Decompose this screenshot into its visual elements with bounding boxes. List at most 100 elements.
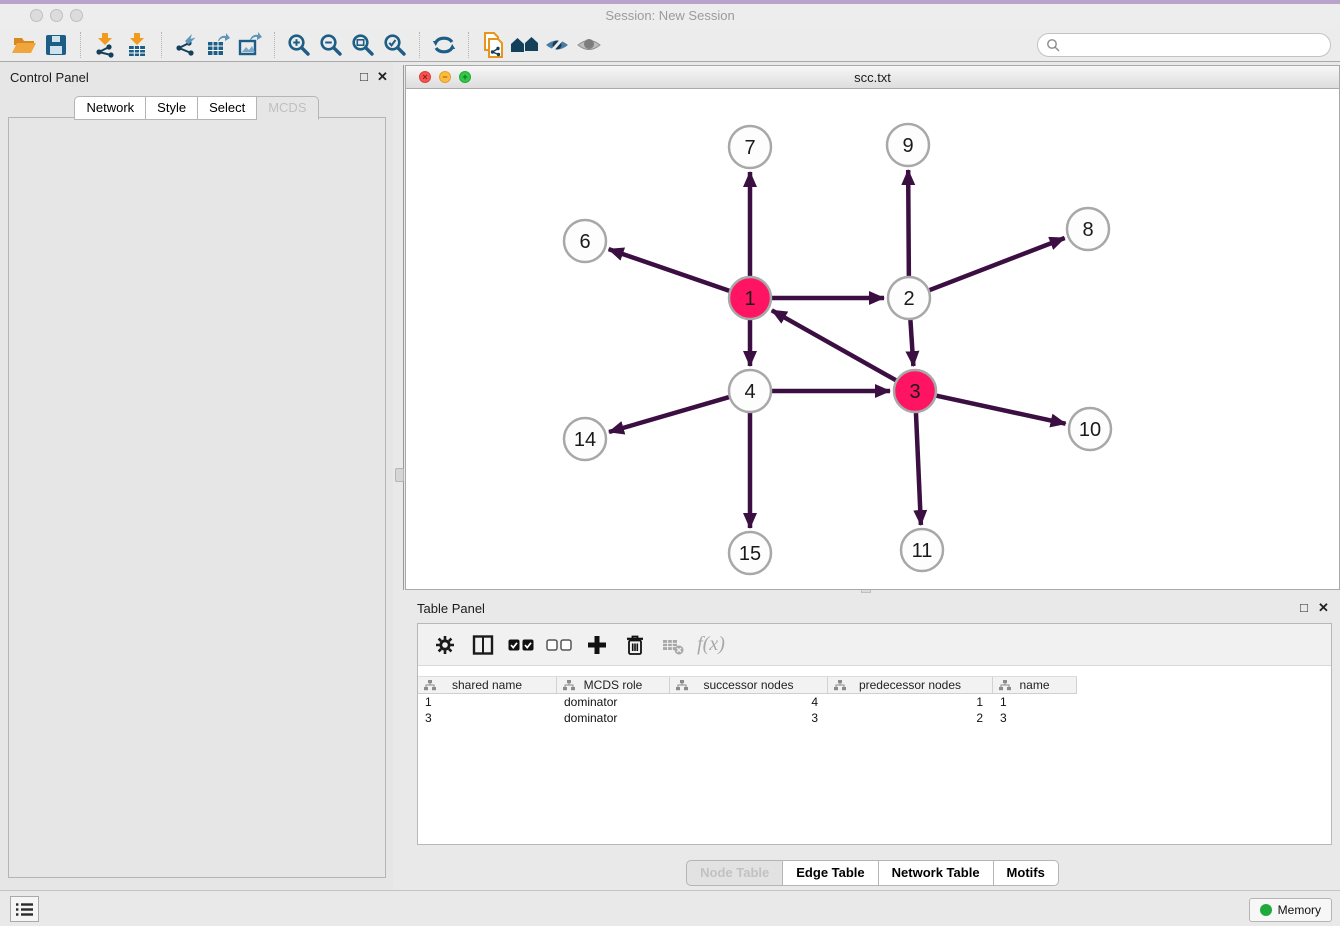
show-columns-button[interactable]	[464, 627, 502, 663]
table-cell[interactable]: 1	[993, 695, 1077, 711]
table-options-button[interactable]	[426, 627, 464, 663]
hierarchy-icon	[676, 680, 688, 691]
network-window-titlebar[interactable]: × − + scc.txt	[406, 66, 1339, 89]
graph-node-label: 1	[744, 288, 755, 310]
export-network-button[interactable]	[170, 30, 202, 60]
network-canvas[interactable]: 7968124314101511	[406, 89, 1339, 589]
column-header-MCDS-role[interactable]: MCDS role	[557, 677, 670, 693]
import-table-button[interactable]	[121, 30, 153, 60]
export-image-button[interactable]	[234, 30, 266, 60]
network-close-button[interactable]: ×	[419, 71, 431, 83]
hierarchy-icon	[834, 680, 846, 691]
gear-icon	[434, 634, 456, 656]
float-table-panel-icon[interactable]: □	[1300, 600, 1308, 615]
control-panel-tabs: NetworkStyleSelectMCDS	[0, 96, 393, 120]
column-header-name[interactable]: name	[993, 677, 1077, 693]
table-cell[interactable]: 3	[993, 711, 1077, 727]
network-zoom-button[interactable]: +	[459, 71, 471, 83]
import-network-icon	[92, 32, 118, 58]
search-field[interactable]	[1037, 33, 1331, 57]
table-cell[interactable]: 3	[418, 711, 557, 727]
show-all-button[interactable]	[573, 30, 605, 60]
tab-node-table[interactable]: Node Table	[686, 860, 783, 886]
import-network-button[interactable]	[89, 30, 121, 60]
table-cell[interactable]: dominator	[557, 695, 670, 711]
network-view-window: × − + scc.txt 7968124314101511	[405, 65, 1340, 590]
table-cell[interactable]: 4	[670, 695, 828, 711]
graph-edge-3-10[interactable]	[934, 395, 1066, 424]
tab-mcds[interactable]: MCDS	[257, 96, 318, 120]
add-column-button[interactable]	[578, 627, 616, 663]
eye-slash-icon	[543, 32, 571, 58]
graph-node-label: 14	[574, 429, 596, 451]
export-table-icon	[205, 32, 231, 58]
close-window-button[interactable]	[30, 9, 43, 22]
graph-node-label: 8	[1082, 219, 1093, 241]
search-icon	[1046, 38, 1060, 52]
table-row[interactable]: 3dominator323	[418, 711, 1331, 727]
delete-table-button[interactable]	[654, 627, 692, 663]
unchecked-boxes-icon	[546, 638, 572, 652]
deselect-all-columns-button[interactable]	[540, 627, 578, 663]
trash-icon	[624, 634, 646, 656]
show-panel-dock-button[interactable]	[10, 896, 39, 922]
memory-button[interactable]: Memory	[1249, 898, 1332, 922]
table-cell[interactable]: 1	[418, 695, 557, 711]
apply-function-button[interactable]: f(x)	[692, 627, 730, 663]
refresh-layout-button[interactable]	[428, 30, 460, 60]
titlebar[interactable]: Session: New Session	[0, 4, 1340, 28]
minimize-window-button[interactable]	[50, 9, 63, 22]
zoom-in-button[interactable]	[283, 30, 315, 60]
toolbar-separator	[419, 32, 420, 58]
tab-network[interactable]: Network	[74, 96, 146, 120]
table-cell[interactable]: 1	[828, 695, 993, 711]
graph-edge-2-8[interactable]	[927, 238, 1065, 291]
tab-motifs[interactable]: Motifs	[994, 860, 1059, 886]
first-neighbors-button[interactable]	[509, 30, 541, 60]
graph-edge-2-3[interactable]	[910, 317, 913, 366]
close-panel-icon[interactable]: ✕	[377, 69, 388, 85]
search-input[interactable]	[1064, 38, 1330, 52]
graph-edge-3-11[interactable]	[916, 410, 921, 525]
float-panel-icon[interactable]: □	[360, 69, 368, 84]
mcds-tab-content	[8, 117, 386, 878]
refresh-icon	[431, 32, 457, 58]
column-header-shared-name[interactable]: shared name	[418, 677, 557, 693]
export-table-button[interactable]	[202, 30, 234, 60]
save-session-button[interactable]	[40, 30, 72, 60]
tab-network-table[interactable]: Network Table	[879, 860, 994, 886]
table-panel-title: Table Panel	[417, 601, 485, 616]
graph-edge-2-9[interactable]	[908, 170, 909, 279]
table-cell[interactable]: 2	[828, 711, 993, 727]
column-header-successor-nodes[interactable]: successor nodes	[670, 677, 828, 693]
zoom-selected-button[interactable]	[379, 30, 411, 60]
table-cell[interactable]: 3	[670, 711, 828, 727]
column-header-predecessor-nodes[interactable]: predecessor nodes	[828, 677, 993, 693]
tab-edge-table[interactable]: Edge Table	[783, 860, 878, 886]
table-row[interactable]: 1dominator411	[418, 695, 1331, 711]
open-session-button[interactable]	[8, 30, 40, 60]
edge-layer	[609, 170, 1066, 528]
graph-edge-3-1[interactable]	[772, 310, 899, 381]
panel-splitter[interactable]	[403, 65, 404, 590]
tab-style[interactable]: Style	[146, 96, 198, 120]
hide-selected-button[interactable]	[541, 30, 573, 60]
houses-icon	[509, 32, 541, 58]
zoom-fit-button[interactable]	[347, 30, 379, 60]
graph-edge-4-14[interactable]	[609, 396, 732, 432]
new-network-from-selection-button[interactable]	[477, 30, 509, 60]
table-cell[interactable]: dominator	[557, 711, 670, 727]
delete-column-button[interactable]	[616, 627, 654, 663]
window-title: Session: New Session	[0, 4, 1340, 28]
zoom-selected-icon	[382, 32, 408, 58]
select-all-columns-button[interactable]	[502, 627, 540, 663]
zoom-out-button[interactable]	[315, 30, 347, 60]
network-minimize-button[interactable]: −	[439, 71, 451, 83]
tab-select[interactable]: Select	[198, 96, 257, 120]
zoom-window-button[interactable]	[70, 9, 83, 22]
function-icon: f(x)	[697, 633, 725, 656]
graph-edge-1-6[interactable]	[609, 249, 732, 292]
splitter-grip[interactable]	[395, 468, 404, 482]
close-table-panel-icon[interactable]: ✕	[1318, 600, 1329, 616]
network-graph[interactable]: 7968124314101511	[406, 89, 1339, 589]
